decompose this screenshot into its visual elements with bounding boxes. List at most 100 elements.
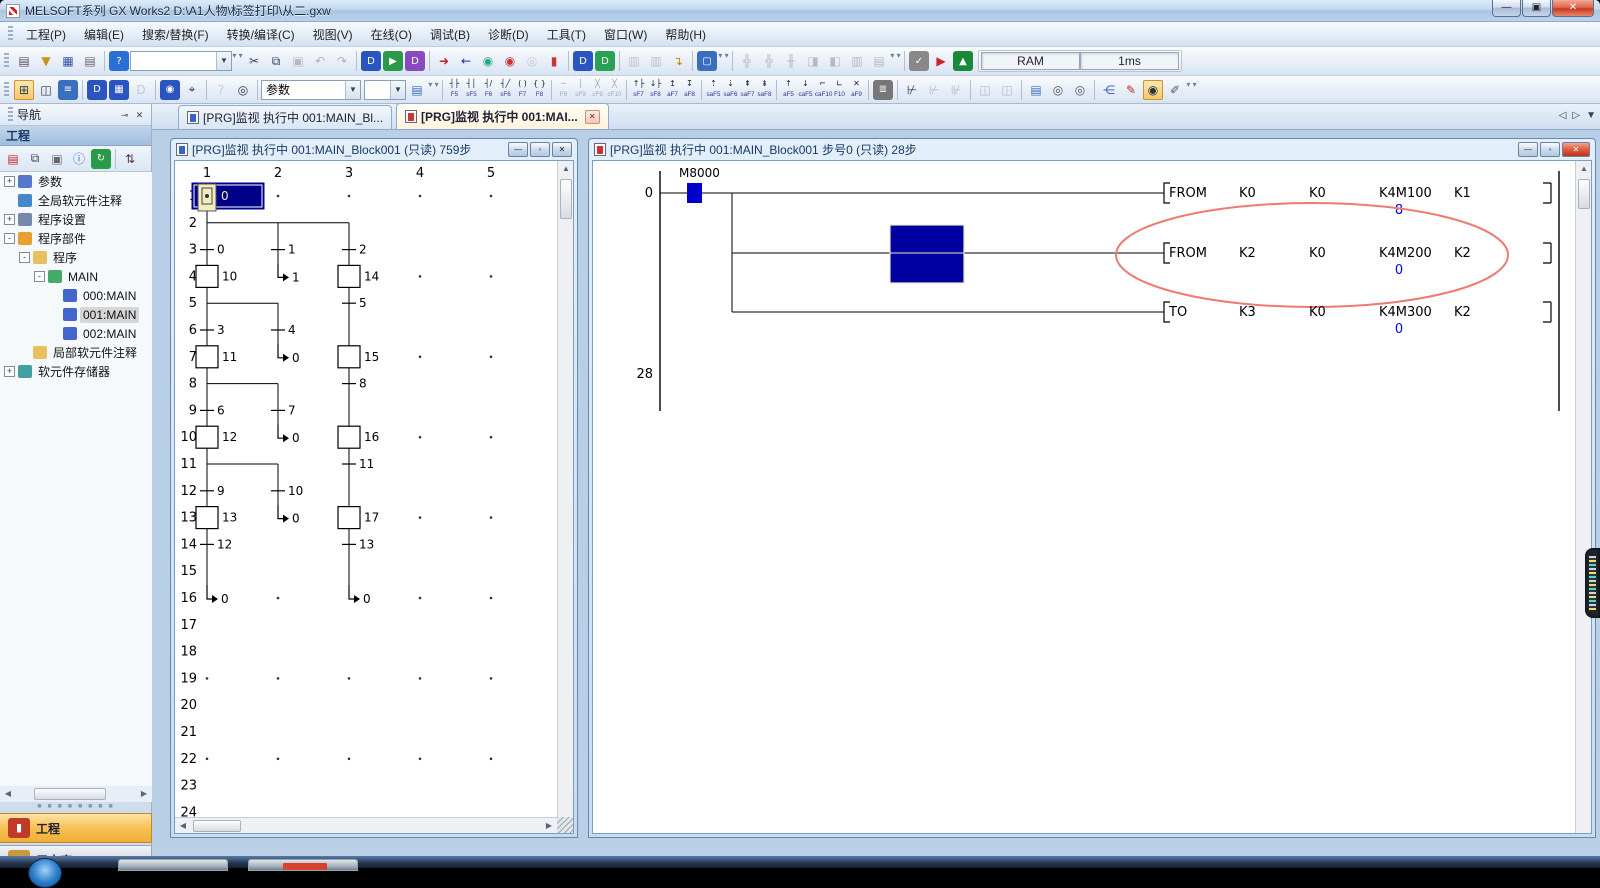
ladder-symbol-sf7[interactable]: ↑├sF7 [630,78,647,102]
edit-mode-3-icon[interactable]: ⊮ [946,80,966,100]
ladder-symbol-sf6[interactable]: ┤╱sF6 [497,78,514,102]
write-to-plc-icon[interactable]: ➜ [434,51,454,71]
item-copy-icon[interactable]: ⧉ [25,149,45,169]
sfc-diagram[interactable]: 1234512345678910111213141516171819202122… [175,161,559,817]
sfc-tool-7-icon[interactable]: ▤ [869,51,889,71]
nav-button-userlib[interactable]: ▮用户库 [0,845,152,856]
tree-hscrollbar[interactable]: ◀ ▶ [0,786,152,802]
collapse-icon[interactable]: - [4,233,15,244]
simulation-icon[interactable]: ▲ [953,51,973,71]
toolbar-overflow[interactable]: ▾ ▾ [890,51,901,71]
help-icon[interactable]: ? [109,51,129,71]
find-binoculars-icon[interactable]: ◎ [233,80,253,100]
sfc-tool-5-icon[interactable]: ◧ [825,51,845,71]
sfc-minimize-button[interactable]: — [508,142,528,157]
new-project-icon[interactable]: ▤ [14,51,34,71]
pc-screen-icon[interactable]: ▢ [697,51,717,71]
scroll-right-arrow[interactable]: ▶ [136,786,152,802]
ladder-symbol-saf7[interactable]: ⇞saF7 [739,78,756,102]
tree-item-全局软元件注释[interactable]: 全局软元件注释 [0,191,152,210]
scroll-left-arrow[interactable]: ◀ [0,786,16,802]
menu-window[interactable]: 窗口(W) [595,23,656,46]
sfc-tool-3-icon[interactable]: ╫ [781,51,801,71]
tree-item-001-MAIN[interactable]: 001:MAIN [0,305,152,324]
ladder-diagram[interactable]: 028M8000FROMK0K0K4M100K18FROMK2K0K4M200K… [593,161,1577,833]
inst-list-icon[interactable]: ≣ [873,80,893,100]
ladder-symbol-f5[interactable]: ┤├F5 [446,78,463,102]
sfc-tool-1-icon[interactable]: ╬ [737,51,757,71]
expand-icon[interactable]: + [4,176,15,187]
doc-find-2-icon[interactable]: ◎ [1070,80,1090,100]
taskbar-button[interactable] [118,859,228,871]
tree-item-程序设置[interactable]: +程序设置 [0,210,152,229]
program-check-icon[interactable]: ✓ [909,51,929,71]
ladder-symbol-f7[interactable]: ( )F7 [514,78,531,102]
redo-icon[interactable]: ↷ [332,51,352,71]
device-value-combo[interactable]: ▼ [364,80,406,100]
ladder-symbol-sf8[interactable]: ↓├sF8 [647,78,664,102]
tree-item-软元件存储器[interactable]: +软元件存储器 [0,362,152,381]
navigation-window-icon[interactable]: ⊞ [14,80,34,100]
item-properties-icon[interactable]: ⓘ [69,149,89,169]
tree-item-局部软元件注释[interactable]: 局部软元件注释 [0,343,152,362]
nav-button-project[interactable]: ▮工程 [0,813,152,843]
open-project-icon[interactable]: ▼ [36,51,56,71]
device-comment-icon[interactable]: D [361,51,381,71]
sfc-tool-2-icon[interactable]: ╬ [759,51,779,71]
menu-help[interactable]: 帮助(H) [656,23,715,46]
program-jump-icon[interactable]: ↴ [668,51,688,71]
ladder-symbol-sf9[interactable]: │sF9 [572,78,589,102]
dev-search-menu-icon[interactable]: ⌖ [182,80,202,100]
cut-icon[interactable]: ✂ [244,51,264,71]
tab-scroll-left[interactable]: ◁ [1559,110,1567,121]
monitor-start-icon[interactable]: ◉ [478,51,498,71]
device-batch-icon[interactable]: D [405,51,425,71]
copy-icon[interactable]: ⧉ [266,51,286,71]
program-doc-1-icon[interactable]: ▥ [624,51,644,71]
taskbar-button[interactable] [248,859,358,871]
menu-project[interactable]: 工程(P) [17,23,75,46]
menu-view[interactable]: 视图(V) [304,23,362,46]
minimize-button[interactable]: — [1492,0,1521,17]
ladder-vscrollbar[interactable]: ▲ [1575,161,1591,833]
document-tab-2[interactable]: [PRG]监视 执行中 001:MAI...✕ [396,103,609,129]
device-tree-icon[interactable]: ⋲ [1099,80,1119,100]
doc-find-1-icon[interactable]: ◎ [1048,80,1068,100]
monitor-mode-icon[interactable]: ◉ [1143,80,1163,100]
tree-item-参数[interactable]: +参数 [0,172,152,191]
ladder-restore-button[interactable]: ▫ [1540,142,1560,157]
ladder-symbol-caf10[interactable]: ⌐caF10 [814,78,831,102]
monitor-run-icon[interactable]: ▶ [931,51,951,71]
ladder-symbol-saf5[interactable]: ⇡saF5 [705,78,722,102]
menu-edit[interactable]: 编辑(E) [75,23,133,46]
ladder-symbol-af7[interactable]: ↥aF7 [664,78,681,102]
tab-menu[interactable]: ▼ [1586,110,1596,121]
scan-time-field[interactable]: 1ms [1080,52,1179,70]
ladder-symbol-saf6[interactable]: ⇣saF6 [722,78,739,102]
sfc-tool-6-icon[interactable]: ▥ [847,51,867,71]
doc-find-icon[interactable]: ▤ [407,80,427,100]
panel-splitter[interactable]: ■ ■ ■ ■ ■ ■ ■ ■ [0,802,152,812]
save-project-icon[interactable]: ▦ [58,51,78,71]
ladder-symbol-f9[interactable]: ─F9 [555,78,572,102]
read-mode-2-icon[interactable]: ◫ [997,80,1017,100]
edit-mode-2-icon[interactable]: ⊬ [924,80,944,100]
panel-close-icon[interactable]: ✕ [132,107,147,122]
output-window-icon[interactable]: ≡ [58,80,78,100]
collapse-icon[interactable]: - [19,252,30,263]
ladder-symbol-caf5[interactable]: ↓caF5 [797,78,814,102]
tree-item-000-MAIN[interactable]: 000:MAIN [0,286,152,305]
device-test-icon[interactable]: ▮ [544,51,564,71]
window-select-combo[interactable]: ▼ [130,51,232,71]
menu-find-replace[interactable]: 搜索/替换(F) [133,23,218,46]
sfc-close-button[interactable]: ✕ [552,142,572,157]
ladder-symbol-af5[interactable]: ↑aF5 [780,78,797,102]
paste-icon[interactable]: ▣ [288,51,308,71]
edit-mode-1-icon[interactable]: ⊬ [902,80,922,100]
doc-new-icon[interactable]: ▤ [1026,80,1046,100]
read-mode-1-icon[interactable]: ◫ [975,80,995,100]
dev-display-menu-icon[interactable]: ◉ [160,80,180,100]
menu-debug[interactable]: 调试(B) [421,23,479,46]
expand-icon[interactable]: + [4,214,15,225]
device-label-combo[interactable]: 参数▼ [261,80,361,100]
